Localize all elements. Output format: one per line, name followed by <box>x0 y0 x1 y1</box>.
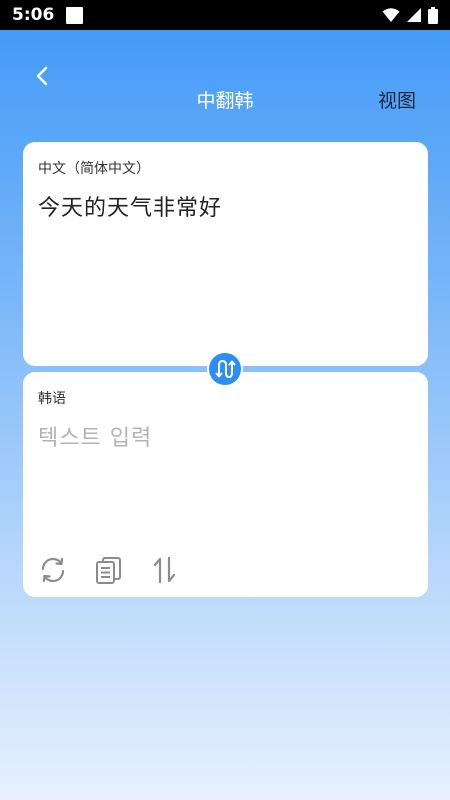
battery-icon <box>428 6 438 24</box>
swap-vertical-button[interactable] <box>150 555 180 585</box>
target-card[interactable]: 韩语 텍스트 입력 <box>23 372 428 597</box>
status-icons <box>382 6 438 24</box>
target-toolbar <box>38 555 180 585</box>
target-language-label[interactable]: 韩语 <box>38 388 66 408</box>
wifi-icon <box>382 8 400 22</box>
swap-icon <box>215 359 236 379</box>
source-card[interactable]: 中文（简体中文） 今天的天气非常好 <box>23 142 428 366</box>
target-text-field[interactable]: 텍스트 입력 <box>38 420 152 452</box>
notification-icon <box>66 6 84 24</box>
swap-languages-button[interactable] <box>207 351 243 387</box>
view-button[interactable]: 视图 <box>378 86 416 113</box>
refresh-icon <box>41 557 65 583</box>
copy-button[interactable] <box>94 555 124 585</box>
copy-icon <box>96 557 121 584</box>
refresh-button[interactable] <box>38 555 68 585</box>
source-language-label[interactable]: 中文（简体中文） <box>38 158 150 178</box>
app-header: 中翻韩 视图 <box>0 30 450 140</box>
signal-icon <box>407 8 421 22</box>
status-time: 5:06 <box>12 5 55 25</box>
swap-vertical-icon <box>153 556 176 584</box>
status-bar: 5:06 <box>0 0 450 30</box>
source-text-input[interactable]: 今天的天气非常好 <box>38 190 222 222</box>
